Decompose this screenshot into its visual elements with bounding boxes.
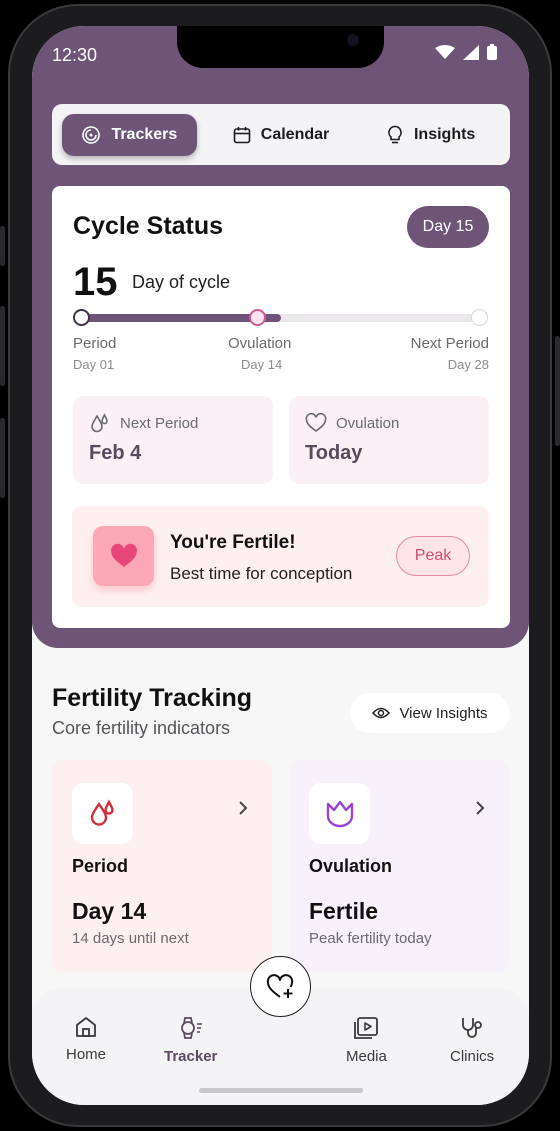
period-card-note: 14 days until next (72, 930, 189, 947)
milestone-period-sub: Day 01 (73, 357, 115, 372)
status-icons (435, 44, 497, 60)
tab-calendar[interactable]: Calendar (207, 114, 356, 156)
nav-clinics[interactable]: Clinics (450, 1016, 494, 1065)
battery-icon (487, 44, 497, 60)
milestone-period-label: Period (73, 335, 117, 352)
view-insights-button[interactable]: View Insights (350, 693, 510, 733)
status-time: 12:30 (52, 45, 98, 65)
current-day-label: Day of cycle (132, 272, 231, 292)
nav-home-label: Home (66, 1046, 107, 1063)
milestone-next-period-sub: Day 28 (447, 357, 489, 372)
cycle-status-card: Cycle Status Day 15 15 Day of cycle Peri… (52, 186, 510, 628)
next-period-box[interactable]: Next Period Feb 4 (73, 396, 273, 484)
tab-calendar-label: Calendar (260, 125, 330, 143)
add-log-fab[interactable] (250, 956, 311, 1017)
fertile-heart-tile (93, 526, 154, 586)
heart-outline-icon (305, 413, 327, 432)
period-card-name: Period (72, 856, 129, 876)
heart-plus-icon (266, 973, 293, 998)
ovulation-icon-tile (309, 783, 370, 844)
tab-trackers-label: Trackers (111, 125, 178, 143)
milestone-ovulation-label: Ovulation (228, 335, 292, 352)
eye-icon (372, 707, 391, 719)
signal-icon (463, 44, 479, 60)
app-screen: 12:30 Trackers Calendar Insights Cycle S… (32, 26, 529, 1105)
tab-bar: Trackers Calendar Insights (52, 104, 510, 165)
cycle-status-title: Cycle Status (73, 212, 224, 240)
nav-media-label: Media (346, 1048, 387, 1065)
calendar-icon (233, 126, 251, 143)
next-period-value: Feb 4 (89, 442, 142, 464)
side-button-left-3 (0, 418, 5, 498)
fertile-title: You're Fertile! (170, 532, 296, 553)
peak-badge: Peak (396, 536, 470, 576)
stethoscope-icon (462, 1018, 482, 1038)
period-card-value: Day 14 (72, 898, 147, 924)
chevron-right-icon (239, 801, 248, 815)
droplets-icon (90, 798, 114, 826)
milestone-dot-period (73, 309, 90, 326)
tracker-circle-icon (82, 125, 101, 144)
heart-icon (110, 543, 137, 567)
current-day-number: 15 (73, 260, 118, 304)
home-icon (76, 1017, 96, 1037)
milestone-next-period-label: Next Period (410, 335, 489, 352)
wifi-icon (435, 44, 455, 59)
tab-trackers[interactable]: Trackers (62, 113, 197, 156)
nav-tracker[interactable]: Tracker (164, 1016, 217, 1065)
fertile-banner: You're Fertile! Best time for conception… (72, 506, 489, 607)
milestone-dot-next-period (471, 309, 488, 326)
side-button-left-2 (0, 306, 5, 386)
chevron-right-icon (476, 801, 485, 815)
nav-media[interactable]: Media (346, 1016, 387, 1065)
side-button-right (555, 336, 560, 446)
droplets-icon (91, 413, 108, 433)
milestone-ovulation-sub: Day 14 (241, 357, 283, 372)
ovulation-tracker-card[interactable]: Ovulation Fertile Peak fertility today (289, 760, 509, 972)
fertile-subtitle: Best time for conception (170, 564, 353, 583)
lightbulb-icon (388, 125, 402, 143)
media-icon (354, 1017, 379, 1039)
camera (347, 34, 359, 46)
milestone-dot-ovulation (249, 309, 266, 326)
ovulation-label: Ovulation (336, 415, 400, 432)
next-period-label: Next Period (120, 415, 199, 432)
home-indicator (199, 1088, 363, 1093)
fertility-tracking-subtitle: Core fertility indicators (52, 718, 231, 738)
view-insights-label: View Insights (399, 704, 488, 722)
ovulation-card-value: Fertile (309, 898, 379, 924)
tab-insights[interactable]: Insights (361, 114, 500, 156)
ovulation-card-name: Ovulation (309, 856, 393, 876)
flower-icon (326, 800, 353, 827)
fertility-tracking-title: Fertility Tracking (52, 684, 253, 712)
day-badge[interactable]: Day 15 (407, 206, 489, 248)
ovulation-card-note: Peak fertility today (309, 930, 432, 947)
tab-insights-label: Insights (413, 125, 476, 143)
nav-home[interactable]: Home (66, 1016, 106, 1063)
nav-tracker-label: Tracker (164, 1048, 218, 1065)
side-button-left-1 (0, 226, 5, 266)
watch-icon (180, 1017, 202, 1039)
ovulation-box[interactable]: Ovulation Today (289, 396, 489, 484)
period-tracker-card[interactable]: Period Day 14 14 days until next (52, 760, 272, 972)
period-icon-tile (72, 783, 133, 844)
ovulation-value: Today (305, 442, 363, 464)
cycle-progress-track (81, 314, 481, 322)
nav-clinics-label: Clinics (450, 1048, 495, 1065)
notch (177, 26, 384, 68)
